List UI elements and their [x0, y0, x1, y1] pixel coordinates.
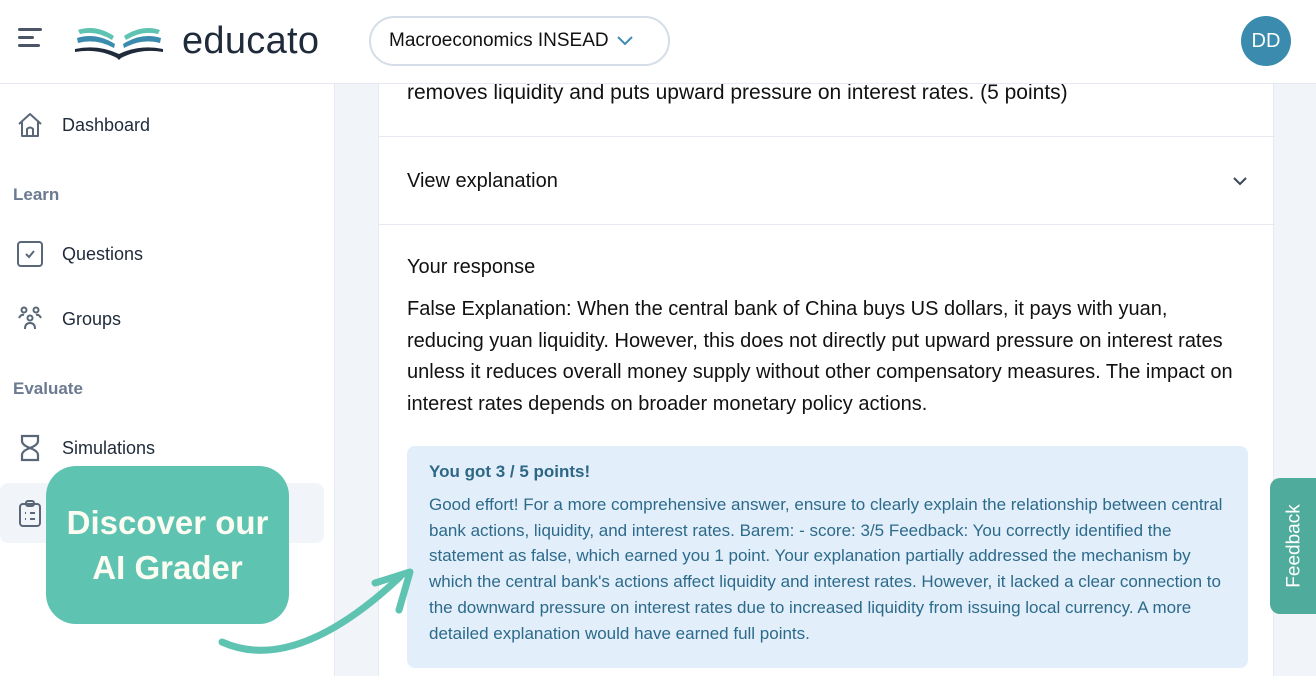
- checkbox-icon: [16, 240, 44, 268]
- avatar[interactable]: DD: [1241, 16, 1291, 66]
- course-selector-value: Macroeconomics INSEAD: [389, 30, 609, 51]
- feedback-button[interactable]: Feedback: [1270, 478, 1316, 614]
- open-book-icon: [75, 27, 163, 60]
- grader-feedback-box: You got 3 / 5 points! Good effort! For a…: [407, 446, 1248, 668]
- chevron-down-icon: [1233, 176, 1247, 185]
- hourglass-icon: [16, 434, 44, 462]
- chevron-down-icon: [616, 36, 633, 46]
- top-bar: educato Macroeconomics INSEAD DD: [0, 0, 1316, 84]
- curved-arrow-icon: [218, 568, 414, 654]
- question-text: removes liquidity and puts upward pressu…: [407, 81, 1068, 104]
- question-card: removes liquidity and puts upward pressu…: [378, 81, 1275, 676]
- response-text: False Explanation: When the central bank…: [407, 298, 1233, 415]
- sidebar-item-label: Questions: [62, 243, 144, 264]
- score-title: You got 3 / 5 points!: [429, 462, 591, 481]
- home-icon: [16, 111, 44, 139]
- course-selector[interactable]: Macroeconomics INSEAD: [369, 16, 670, 66]
- sidebar-item-label: Groups: [62, 308, 122, 329]
- sidebar-item-dashboard[interactable]: Dashboard: [0, 95, 324, 155]
- feedback-button-label: Feedback: [1284, 504, 1306, 588]
- promo-line-1: Discover our: [66, 504, 269, 541]
- view-explanation-toggle[interactable]: View explanation: [379, 137, 1275, 225]
- brand-name: educato: [182, 20, 320, 62]
- divider: [379, 224, 1275, 225]
- avatar-initials: DD: [1251, 29, 1281, 52]
- sidebar-item-questions[interactable]: Questions: [0, 224, 324, 284]
- feedback-text: Good effort! For a more comprehensive an…: [429, 495, 1223, 643]
- logo[interactable]: educato: [74, 20, 319, 63]
- sidebar-item-label: Dashboard: [62, 114, 151, 135]
- sidebar-item-label: Simulations: [62, 437, 156, 458]
- section-label-evaluate: Evaluate: [13, 379, 83, 398]
- clipboard-icon: [16, 499, 44, 527]
- menu-icon[interactable]: [18, 28, 44, 52]
- users-group-icon: [16, 305, 44, 333]
- response-title: Your response: [407, 256, 536, 278]
- view-explanation-label: View explanation: [407, 169, 558, 192]
- section-label-learn: Learn: [13, 185, 60, 204]
- sidebar-item-groups[interactable]: Groups: [0, 289, 324, 349]
